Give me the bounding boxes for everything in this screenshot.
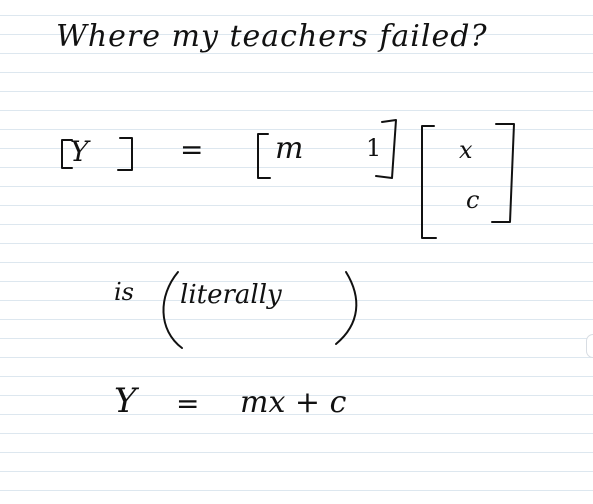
col-left-bracket: [421, 125, 437, 239]
column-vector-c: c: [466, 186, 480, 214]
row-vector-one: 1: [366, 134, 382, 162]
matrix-lhs-y: Y: [70, 135, 89, 168]
col-right-bracket: [491, 123, 515, 223]
matrix-equals-sign: =: [180, 133, 204, 166]
final-lhs-y: Y: [114, 381, 137, 421]
scroll-handle[interactable]: [586, 334, 593, 358]
row-vector-m: m: [275, 131, 304, 166]
right-paren: [335, 271, 358, 345]
row-left-bracket: [257, 133, 271, 179]
is-word: is: [114, 278, 134, 306]
final-equals-sign: =: [176, 387, 200, 420]
lhs-right-bracket: [117, 137, 133, 171]
notebook-page: Where my teachers failed? Y = m 1 x c is…: [0, 0, 593, 504]
note-title: Where my teachers failed?: [56, 19, 488, 54]
handwriting-strokes: [61, 119, 515, 349]
final-rhs-mx-plus-c: mx + c: [240, 385, 347, 420]
column-vector-x: x: [459, 136, 473, 164]
literally-word: literally: [180, 280, 282, 310]
